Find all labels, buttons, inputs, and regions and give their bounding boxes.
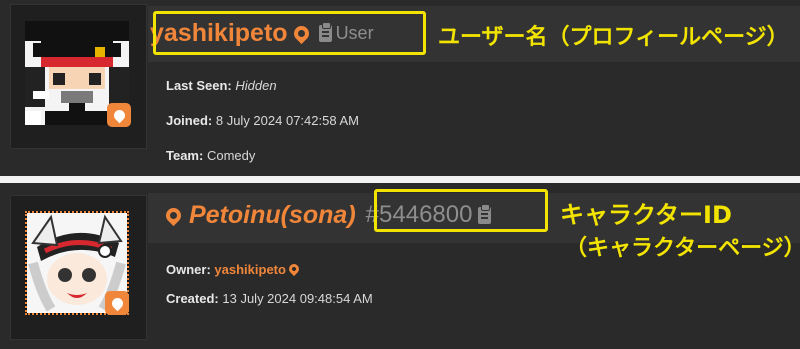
owner-label: Owner: bbox=[166, 262, 211, 277]
user-avatar-frame bbox=[10, 4, 147, 149]
username-annotation: ユーザー名（プロフィールページ） bbox=[438, 25, 789, 50]
character-avatar-frame bbox=[10, 195, 147, 340]
joined-label: Joined: bbox=[166, 113, 213, 128]
joined-value: 8 July 2024 07:42:58 AM bbox=[215, 113, 359, 128]
created-value: 13 July 2024 09:48:54 AM bbox=[222, 291, 373, 306]
last-seen-label: Last Seen: bbox=[166, 78, 232, 93]
character-page-annotation: （キャラクターページ） bbox=[565, 236, 800, 261]
badge-pin-icon bbox=[111, 107, 127, 123]
user-avatar[interactable] bbox=[25, 21, 131, 127]
last-seen-value: Hidden bbox=[235, 78, 277, 93]
avatar-badge bbox=[107, 103, 131, 127]
map-pin-icon bbox=[286, 261, 302, 277]
last-seen-row: Last Seen: Hidden bbox=[166, 78, 277, 93]
section-divider bbox=[0, 176, 800, 183]
team-value[interactable]: Comedy bbox=[207, 148, 255, 163]
character-name[interactable]: Petoinu(sona) bbox=[189, 201, 356, 230]
created-row: Created: 13 July 2024 09:48:54 AM bbox=[166, 291, 373, 306]
team-label: Team: bbox=[166, 148, 204, 163]
badge-pin-icon bbox=[109, 295, 125, 311]
joined-row: Joined: 8 July 2024 07:42:58 AM bbox=[166, 113, 359, 128]
owner-link[interactable]: yashikipeto bbox=[214, 262, 286, 277]
character-id-highlight-box bbox=[374, 189, 548, 232]
username-highlight-box bbox=[153, 11, 426, 55]
team-row: Team: Comedy bbox=[166, 148, 255, 163]
character-avatar[interactable] bbox=[25, 211, 129, 315]
character-id-annotation: キャラクターID bbox=[560, 201, 732, 229]
created-label: Created: bbox=[166, 291, 219, 306]
map-pin-icon bbox=[162, 204, 185, 226]
avatar-badge bbox=[105, 291, 129, 315]
owner-row: Owner: yashikipeto bbox=[166, 261, 302, 277]
